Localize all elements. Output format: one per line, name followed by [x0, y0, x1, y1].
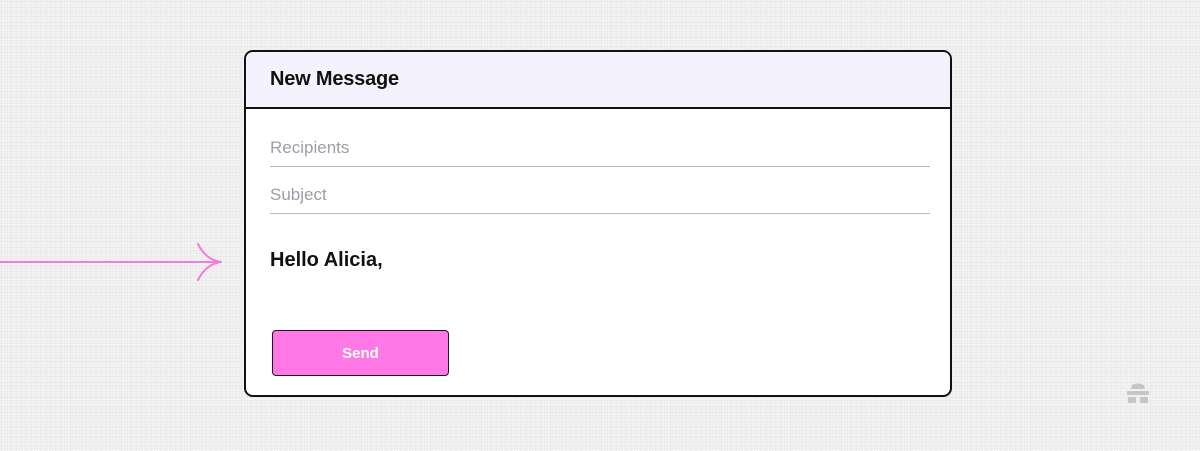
compose-title: New Message	[270, 68, 399, 90]
arrow-right-icon	[0, 243, 222, 281]
recipients-field	[270, 126, 930, 167]
compose-window: New Message Hello Alicia, Send	[244, 50, 952, 397]
message-body[interactable]: Hello Alicia,	[270, 249, 930, 272]
subject-input[interactable]	[270, 185, 930, 205]
recipients-input[interactable]	[270, 138, 930, 158]
compose-header: New Message	[246, 52, 950, 109]
subject-field	[270, 173, 930, 214]
send-button[interactable]: Send	[272, 330, 449, 376]
beehive-logo-icon	[1127, 383, 1149, 403]
